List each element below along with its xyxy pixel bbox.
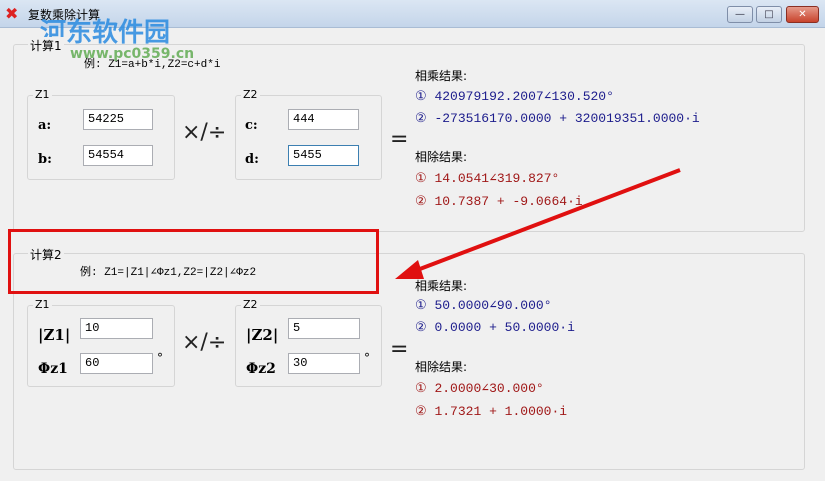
annotation-arrow [395,168,681,279]
arrow-shaft [411,168,681,274]
arrow-head [395,260,424,279]
